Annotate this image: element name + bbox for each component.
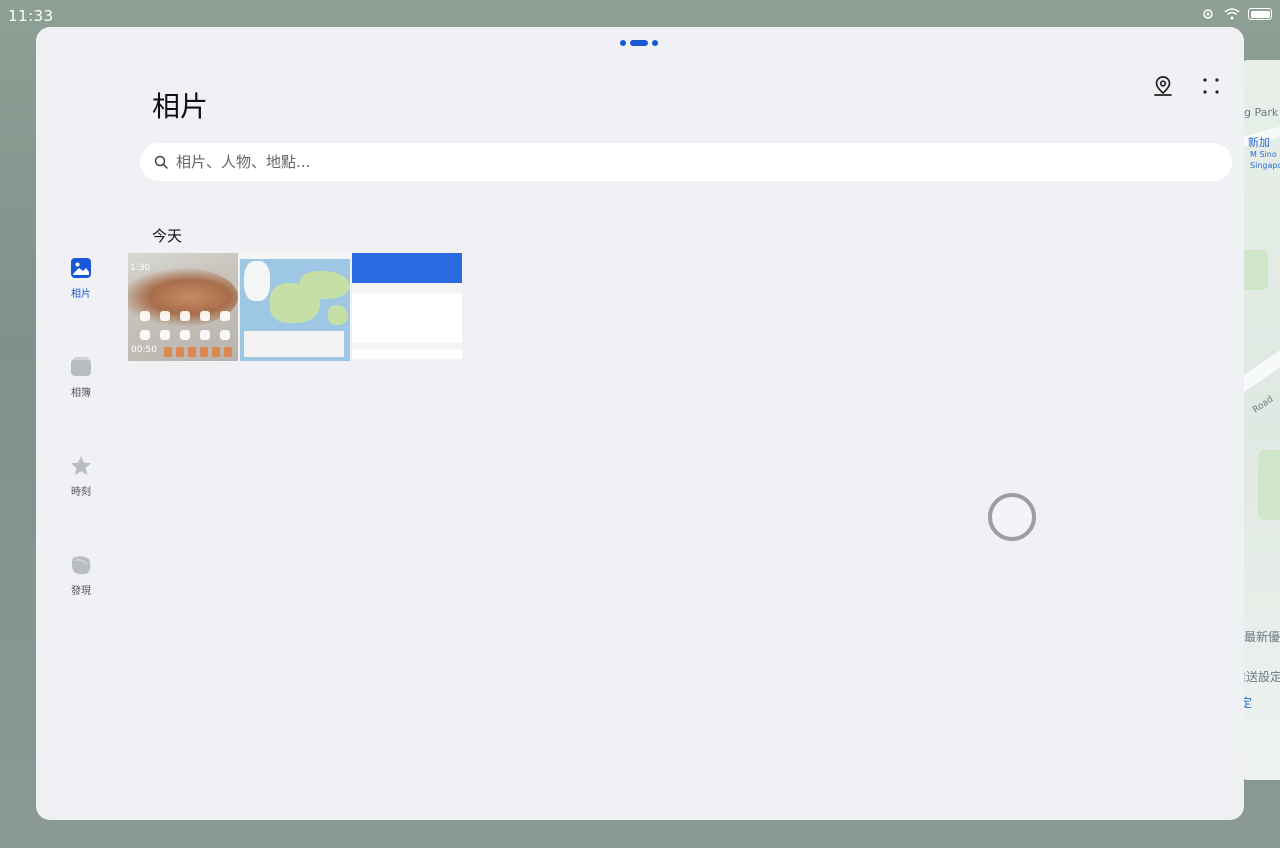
location-pin-icon — [1154, 76, 1172, 96]
map-label: M Sino — [1250, 150, 1277, 159]
more-dots-icon — [1203, 78, 1219, 94]
map-label: 加最新優 — [1238, 630, 1280, 644]
thumb-clock: 00:50 — [131, 345, 157, 355]
search-input[interactable] — [176, 153, 1076, 171]
thumb-clock: 1:30 — [130, 263, 151, 273]
albums-icon — [70, 356, 92, 378]
search-bar[interactable] — [140, 143, 1232, 181]
more-options-button[interactable] — [1198, 73, 1224, 99]
map-label: g Park — [1244, 106, 1279, 119]
nav-label: 相片 — [71, 289, 91, 300]
map-label: 新加 — [1248, 136, 1270, 149]
nav-item-moments[interactable]: 時刻 — [58, 455, 104, 554]
window-drag-handle[interactable] — [620, 40, 658, 46]
nav-item-albums[interactable]: 相簿 — [58, 356, 104, 455]
nfc-icon — [1203, 9, 1213, 19]
navigation-rail: 相片 相簿 時刻 發現 — [58, 257, 104, 653]
section-title-today: 今天 — [152, 227, 183, 245]
map-location-button[interactable] — [1150, 73, 1176, 99]
photo-thumbnail[interactable] — [352, 253, 462, 361]
map-label: Singapo — [1250, 161, 1280, 170]
status-icons — [1200, 8, 1272, 20]
top-actions — [1150, 73, 1224, 99]
nav-label: 時刻 — [71, 487, 91, 498]
status-bar: 11:33 — [0, 0, 1280, 28]
photos-icon — [70, 257, 92, 279]
photo-thumbnail[interactable]: 1:30 00:50 — [128, 253, 238, 361]
discover-icon — [70, 554, 92, 576]
battery-icon — [1248, 8, 1272, 20]
touch-indicator — [988, 493, 1036, 541]
photo-grid: 1:30 00:50 — [128, 253, 462, 361]
background-map-window[interactable]: g Park 新加 M Sino Singapo Road 加最新優 推送設定 … — [1238, 60, 1280, 780]
gallery-window: 相片 相片、人物、地點... 相片 相簿 時刻 發現 今天 1:30 00:50 — [36, 27, 1244, 820]
nav-label: 相簿 — [71, 388, 91, 399]
photo-thumbnail[interactable] — [240, 253, 350, 361]
wifi-icon — [1224, 8, 1240, 20]
nav-item-photos[interactable]: 相片 — [58, 257, 104, 356]
status-time: 11:33 — [8, 7, 54, 25]
map-label: 推送設定 — [1238, 670, 1280, 684]
nav-label: 發現 — [71, 586, 91, 597]
nav-item-discover[interactable]: 發現 — [58, 554, 104, 653]
moments-icon — [70, 455, 92, 477]
map-label: Road — [1251, 394, 1276, 416]
page-title: 相片 — [152, 90, 209, 123]
search-icon — [154, 155, 168, 169]
